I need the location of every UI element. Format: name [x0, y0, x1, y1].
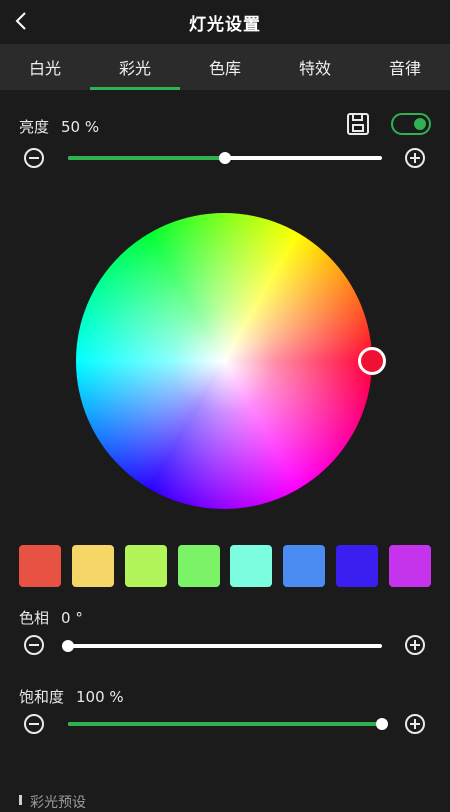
toggle-knob: [414, 118, 426, 130]
color-swatches: [19, 545, 431, 587]
save-icon[interactable]: [346, 113, 370, 135]
saturation-slider[interactable]: [68, 718, 388, 730]
tab-bar: 白光 彩光 色库 特效 音律: [0, 44, 450, 90]
page-title: 灯光设置: [189, 14, 261, 35]
section-marker: [19, 795, 22, 805]
tab-effects[interactable]: 特效: [270, 44, 360, 90]
saturation-label: 饱和度: [19, 688, 65, 706]
color-wheel-picker[interactable]: [358, 347, 386, 375]
brightness-increase-button[interactable]: [405, 148, 425, 168]
brightness-decrease-button[interactable]: [24, 148, 44, 168]
tab-music[interactable]: 音律: [360, 44, 450, 90]
color-swatch[interactable]: [283, 545, 326, 587]
minus-icon: [29, 157, 39, 159]
brightness-slider-fill: [68, 156, 225, 160]
app-header: 灯光设置: [0, 0, 450, 44]
color-swatch[interactable]: [388, 545, 431, 587]
color-swatch[interactable]: [230, 545, 273, 587]
hue-decrease-button[interactable]: [24, 635, 44, 655]
saturation-slider-thumb[interactable]: [376, 718, 388, 730]
color-swatch[interactable]: [71, 545, 114, 587]
brightness-row: 亮度 50 %: [19, 116, 99, 137]
saturation-decrease-button[interactable]: [24, 714, 44, 734]
color-swatch[interactable]: [336, 545, 379, 587]
color-swatch[interactable]: [19, 545, 61, 587]
hue-slider[interactable]: [62, 640, 382, 652]
tab-white-light[interactable]: 白光: [0, 44, 90, 90]
minus-icon: [29, 644, 39, 646]
brightness-slider-thumb[interactable]: [219, 152, 231, 164]
saturation-increase-button[interactable]: [405, 714, 425, 734]
saturation-row: 饱和度 100 %: [19, 686, 124, 707]
chevron-left-icon: [15, 12, 26, 30]
brightness-slider[interactable]: [68, 152, 382, 164]
presets-section-label: 彩光预设: [30, 795, 86, 811]
minus-icon: [29, 723, 39, 725]
color-wheel[interactable]: [76, 213, 372, 509]
saturation-slider-fill: [68, 722, 382, 726]
hue-increase-button[interactable]: [405, 635, 425, 655]
back-button[interactable]: [10, 10, 32, 32]
tab-color-light[interactable]: 彩光: [90, 44, 180, 90]
brightness-label: 亮度: [19, 118, 50, 136]
hue-slider-thumb[interactable]: [62, 640, 74, 652]
hue-label: 色相: [19, 609, 50, 627]
hue-value: 0 °: [61, 609, 83, 627]
power-toggle[interactable]: [391, 113, 431, 135]
brightness-value: 50 %: [61, 118, 100, 136]
saturation-value: 100 %: [76, 688, 124, 706]
color-swatch[interactable]: [177, 545, 220, 587]
tab-color-library[interactable]: 色库: [180, 44, 270, 90]
color-swatch[interactable]: [124, 545, 167, 587]
hue-row: 色相 0 °: [19, 607, 83, 628]
